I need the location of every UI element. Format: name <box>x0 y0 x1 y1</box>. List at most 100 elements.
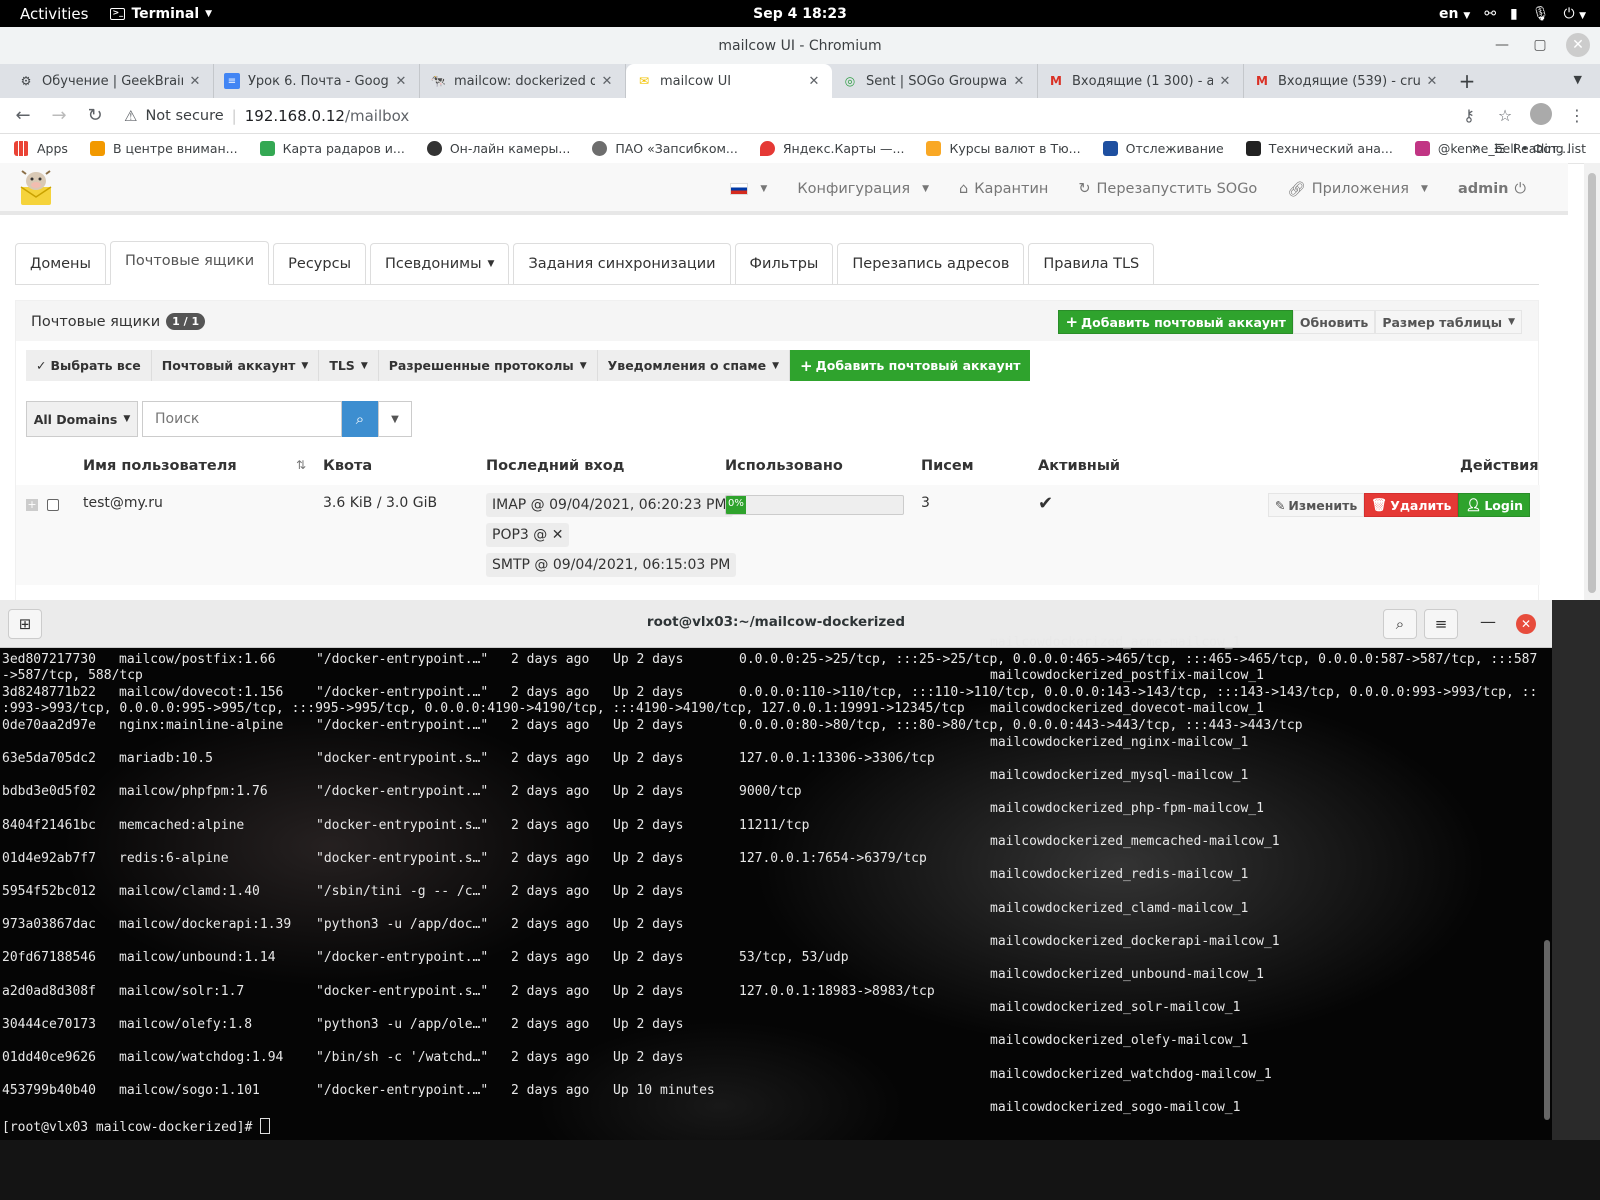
close-tab-icon[interactable]: ✕ <box>393 74 409 89</box>
search-options-dropdown[interactable]: ▼ <box>378 401 412 437</box>
bookmark[interactable]: Он-лайн камеры... <box>426 141 570 156</box>
search-button[interactable]: ⌕ <box>342 401 378 437</box>
bookmark[interactable]: Карта радаров и... <box>259 141 405 156</box>
cow-icon: 🐄 <box>430 74 446 88</box>
row-checkbox[interactable] <box>47 499 59 511</box>
minimize-button[interactable]: — <box>1490 33 1514 57</box>
terminal-scrollbar[interactable] <box>1544 940 1550 1120</box>
column-header-used[interactable]: Использовано <box>725 458 843 474</box>
bookmark[interactable]: В центре вниман... <box>89 141 238 156</box>
terminal-prompt[interactable]: [root@vlx03 mailcow-dockerized]# <box>2 1118 271 1135</box>
nav-user[interactable]: admin ⏻ <box>1458 181 1526 197</box>
reading-list-button[interactable]: ☰ Reading list <box>1494 141 1586 156</box>
hamburger-menu-icon[interactable]: ≡ <box>1424 609 1458 639</box>
tab-domains[interactable]: Домены <box>15 243 106 284</box>
sort-icon[interactable]: ⇅ <box>296 458 306 472</box>
mailbox-account-dropdown[interactable]: Почтовый аккаунт ▼ <box>151 350 320 381</box>
login-button[interactable]: 👤︎ Login <box>1458 493 1530 517</box>
forward-button[interactable]: → <box>46 105 72 126</box>
search-icon: ⌕ <box>355 410 365 428</box>
close-window-button[interactable]: ✕ <box>1566 33 1590 57</box>
bookmark[interactable]: Технический ана... <box>1245 141 1393 156</box>
search-icon[interactable]: ⌕ <box>1383 609 1417 639</box>
nav-configuration[interactable]: Конфигурация ▼ <box>797 181 929 197</box>
reload-button[interactable]: ↻ <box>82 105 108 126</box>
protocols-dropdown[interactable]: Разрешенные протоколы ▼ <box>378 350 598 381</box>
back-button[interactable]: ← <box>10 105 36 126</box>
nav-quarantine[interactable]: ⌂ Карантин <box>959 181 1048 197</box>
bookmark[interactable]: Отслеживание <box>1102 141 1224 156</box>
add-mailbox-button-2[interactable]: + Добавить почтовый аккаунт <box>790 350 1031 381</box>
browser-tab[interactable]: M Входящие (1 300) - abran ✕ <box>1038 64 1244 98</box>
tls-dropdown[interactable]: TLS ▼ <box>319 350 379 381</box>
key-icon[interactable]: ⚷ <box>1456 106 1482 125</box>
expand-row-icon[interactable]: + <box>26 499 38 511</box>
page-scrollbar[interactable] <box>1584 163 1600 600</box>
close-tab-icon[interactable]: ✕ <box>806 74 822 89</box>
nav-restart-sogo[interactable]: ↻ Перезапустить SOGo <box>1078 181 1257 197</box>
domain-filter-dropdown[interactable]: All Domains ▼ <box>26 401 138 437</box>
spam-notifications-dropdown[interactable]: Уведомления о спаме ▼ <box>597 350 791 381</box>
column-header-quota[interactable]: Квота <box>323 458 372 474</box>
browser-tab[interactable]: ⚙ Обучение | GeekBrains ✕ <box>8 64 214 98</box>
signal-icon[interactable]: ▮ <box>1510 6 1518 22</box>
browser-tab[interactable]: 🐄 mailcow: dockerized docu ✕ <box>420 64 626 98</box>
browser-tab[interactable]: ◎ Sent | SOGo Groupware ✕ <box>832 64 1038 98</box>
maximize-button[interactable]: ▢ <box>1528 33 1552 57</box>
select-all-button[interactable]: ✓ Выбрать все <box>26 350 152 381</box>
browser-tab[interactable]: ≡ Урок 6. Почта - Google Д ✕ <box>214 64 420 98</box>
star-icon[interactable]: ☆ <box>1492 106 1518 125</box>
bookmark[interactable]: Яндекс.Карты —... <box>759 141 904 156</box>
search-input[interactable] <box>142 401 342 437</box>
close-tab-icon[interactable]: ✕ <box>1217 74 1233 89</box>
profile-avatar[interactable] <box>1528 102 1554 129</box>
nav-apps[interactable]: 🔗︎ Приложения ▼ <box>1287 181 1428 198</box>
tab-mailboxes[interactable]: Почтовые ящики <box>110 241 270 285</box>
mailcow-logo[interactable] <box>18 169 54 207</box>
language-dropdown[interactable]: ▼ <box>730 183 767 195</box>
tab-search-button[interactable]: ▼ <box>1574 73 1582 86</box>
tab-resources[interactable]: Ресурсы <box>273 243 367 284</box>
close-tab-icon[interactable]: ✕ <box>599 74 615 89</box>
bookmark[interactable]: Курсы валют в Тю... <box>926 141 1081 156</box>
table-row[interactable]: + test@my.ru 3.6 KiB / 3.0 GiB IMAP @ 09… <box>16 485 1540 585</box>
tab-tls-policy[interactable]: Правила TLS <box>1028 243 1155 284</box>
language-indicator[interactable]: en ▼ <box>1439 6 1470 22</box>
app-menu[interactable]: >_ Terminal ▼ <box>110 6 212 22</box>
column-header-messages[interactable]: Писем <box>921 458 974 474</box>
address-bar[interactable]: ⚠ Not secure | 192.168.0.12/mailbox <box>118 102 1446 130</box>
power-icon[interactable]: ⏻ ▼ <box>1564 6 1586 22</box>
tab-sync-jobs[interactable]: Задания синхронизации <box>513 243 731 284</box>
browser-tab-active[interactable]: ✉ mailcow UI ✕ <box>626 64 832 98</box>
scrollbar-thumb[interactable] <box>1588 173 1596 593</box>
more-bookmarks-icon[interactable]: » <box>1471 140 1480 156</box>
close-tab-icon[interactable]: ✕ <box>1011 74 1027 89</box>
menu-kebab-icon[interactable]: ⋮ <box>1564 106 1590 125</box>
tab-filters[interactable]: Фильтры <box>734 243 834 284</box>
minimize-button[interactable]: — <box>1480 612 1496 631</box>
column-header-last-login[interactable]: Последний вход <box>486 458 624 474</box>
close-terminal-button[interactable]: ✕ <box>1516 614 1536 634</box>
network-icon[interactable]: ⚯ <box>1484 6 1496 22</box>
tab-aliases[interactable]: Псевдонимы ▼ <box>370 243 510 284</box>
new-tab-button[interactable]: + <box>1450 64 1484 98</box>
microphone-icon[interactable]: 🎙 <box>1532 6 1550 22</box>
column-header-active[interactable]: Активный <box>1038 458 1120 474</box>
activities-button[interactable]: Activities <box>20 5 88 23</box>
delete-button[interactable]: 🗑︎ Удалить <box>1364 493 1459 517</box>
table-size-dropdown[interactable]: Размер таблицы ▼ <box>1375 310 1522 334</box>
search-row: All Domains ▼ ⌕ ▼ <box>26 401 412 437</box>
column-header-user[interactable]: Имя пользователя <box>83 458 237 474</box>
clock[interactable]: Sep 4 18:23 <box>753 6 847 22</box>
container-ports: 0.0.0.0:25->25/tcp, :::25->25/tcp, 0.0.0… <box>739 651 1538 667</box>
close-tab-icon[interactable]: ✕ <box>1424 74 1440 89</box>
add-mailbox-button[interactable]: + Добавить почтовый аккаунт <box>1058 310 1293 334</box>
bookmark-apps[interactable]: Apps <box>14 141 68 156</box>
tab-title: Урок 6. Почта - Google Д <box>248 73 389 89</box>
close-tab-icon[interactable]: ✕ <box>187 74 203 89</box>
edit-button[interactable]: ✎ Изменить <box>1267 493 1365 517</box>
tab-address-rewriting[interactable]: Перезапись адресов <box>837 243 1025 284</box>
bookmark[interactable]: ПАО «Запсибком... <box>592 141 738 156</box>
refresh-button[interactable]: Обновить <box>1292 310 1376 334</box>
browser-tab[interactable]: M Входящие (539) - cruger ✕ <box>1244 64 1450 98</box>
